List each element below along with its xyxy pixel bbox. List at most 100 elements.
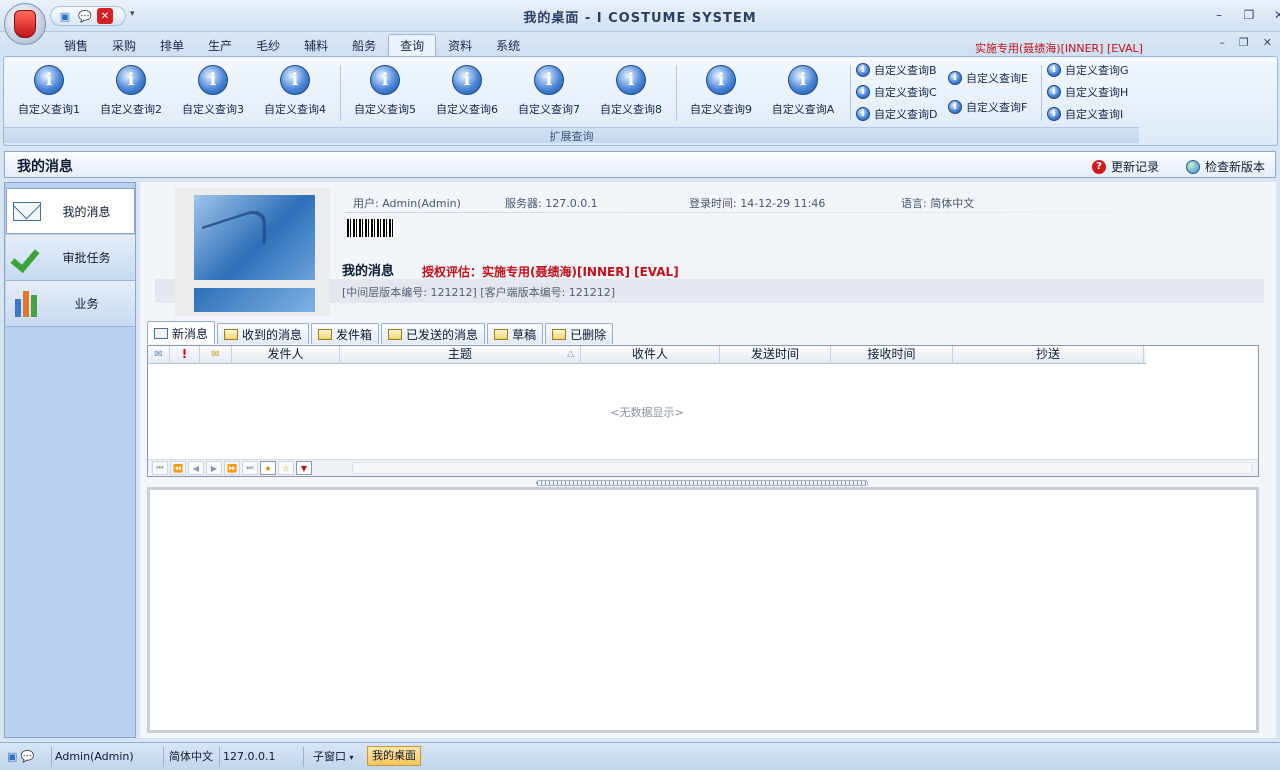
custom-query-label: 自定义查询4 (264, 103, 326, 116)
app-orb-button[interactable] (4, 3, 46, 45)
child-window-dropdown[interactable]: 子窗口 ▾ (310, 747, 364, 767)
column-header-5[interactable]: 收件人 (581, 346, 720, 364)
next-record-icon[interactable]: ▶ (206, 461, 222, 475)
horizontal-scrollbar[interactable] (352, 462, 1252, 474)
ribbon-group-2: i 自定义查询5 i 自定义查询6 i 自定义查询7 i 自定义查询8 (344, 61, 672, 123)
custom-query-small-button[interactable]: i 自定义查询H (1047, 83, 1129, 101)
splitter-handle[interactable] (536, 480, 868, 486)
envelope-icon (7, 201, 47, 221)
custom-query-button-9[interactable]: i 自定义查询A (762, 61, 844, 121)
tab-1[interactable]: 采购 (100, 34, 148, 56)
info-icon: i (534, 65, 564, 95)
attachment-icon[interactable]: ✉ (200, 346, 232, 364)
info-icon: i (856, 85, 870, 99)
info-icon: i (116, 65, 146, 95)
custom-query-button-1[interactable]: i 自定义查询2 (90, 61, 172, 121)
bookmark-star-icon[interactable]: ★ (260, 461, 276, 475)
custom-query-button-3[interactable]: i 自定义查询4 (254, 61, 336, 121)
mdi-minimize-icon[interactable]: – (1219, 36, 1225, 49)
next-page-icon[interactable]: ⏩ (224, 461, 240, 475)
ribbon-small-column-1: i 自定义查询B i 自定义查询C i 自定义查询D (856, 61, 937, 123)
info-icon: i (856, 63, 870, 77)
custom-query-small-button[interactable]: i 自定义查询G (1047, 61, 1129, 79)
window-icon[interactable]: ▣ (7, 750, 17, 763)
message-preview-pane[interactable] (147, 487, 1259, 733)
dropdown-arrow-icon: ▾ (349, 753, 354, 762)
info-icon: i (706, 65, 736, 95)
tab-4[interactable]: 毛纱 (244, 34, 292, 56)
custom-query-small-button[interactable]: i 自定义查询B (856, 61, 937, 79)
column-header-7[interactable]: 接收时间 (831, 346, 953, 364)
custom-query-button-7[interactable]: i 自定义查询8 (590, 61, 672, 121)
message-tab-5[interactable]: 已删除 (545, 323, 614, 344)
ribbon-group-1: i 自定义查询1 i 自定义查询2 i 自定义查询3 i 自定义查询4 (8, 61, 336, 123)
custom-query-small-button[interactable]: i 自定义查询C (856, 83, 937, 101)
license-eval-text: 授权评估：实施专用(聂绩海)[INNER] [EVAL] (422, 265, 679, 279)
read-status-icon[interactable]: ✉ (148, 346, 170, 364)
custom-query-small-button[interactable]: i 自定义查询E (948, 69, 1028, 87)
message-tab-label: 新消息 (172, 326, 209, 341)
tab-8[interactable]: 资料 (436, 34, 484, 56)
mdi-restore-icon[interactable]: ❐ (1239, 36, 1249, 49)
tab-9[interactable]: 系统 (484, 34, 532, 56)
draft-icon (494, 328, 509, 340)
priority-icon[interactable]: ! (170, 346, 200, 364)
ribbon-separator (850, 65, 851, 121)
active-window-tab[interactable]: 我的桌面 (367, 746, 421, 766)
update-log-button[interactable]: ? 更新记录 (1092, 158, 1159, 175)
sidebar-item-approval-tasks[interactable]: 审批任务 (6, 235, 135, 281)
custom-query-small-label: 自定义查询E (966, 72, 1028, 85)
empty-grid-text: <无数据显示> (610, 406, 684, 419)
column-header-4[interactable]: 主题 △ (340, 346, 581, 364)
column-header-6[interactable]: 发送时间 (720, 346, 831, 364)
message-tab-2[interactable]: 发件箱 (311, 323, 380, 344)
tab-7[interactable]: 查询 (388, 34, 437, 56)
login-time-info: 登录时间: 14-12-29 11:46 (689, 197, 826, 210)
mdi-close-icon[interactable]: ✕ (1263, 36, 1272, 49)
message-tabs: 新消息 收到的消息 发件箱 已发送的消息 草稿 已删除 (147, 321, 614, 344)
help-icon: ? (1092, 159, 1106, 174)
sidebar-item-business[interactable]: 业务 (6, 281, 135, 327)
column-header-3[interactable]: 发件人 (232, 346, 340, 364)
ribbon-panel: i 自定义查询1 i 自定义查询2 i 自定义查询3 i 自定义查询4 i 自定义查询5 i 自定义… (3, 56, 1278, 146)
custom-query-small-button[interactable]: i 自定义查询I (1047, 105, 1129, 123)
ribbon-separator (340, 65, 341, 121)
restore-icon[interactable]: ❐ (1242, 8, 1256, 22)
filter-icon[interactable]: ▼ (296, 461, 312, 475)
custom-query-button-0[interactable]: i 自定义查询1 (8, 61, 90, 121)
info-icon: i (452, 65, 482, 95)
first-page-icon[interactable]: ⏮ (152, 461, 168, 475)
tab-0[interactable]: 销售 (52, 34, 100, 56)
message-tab-4[interactable]: 草稿 (487, 323, 544, 344)
tab-3[interactable]: 生产 (196, 34, 244, 56)
close-icon[interactable]: ✕ (1272, 8, 1280, 22)
info-icon: i (280, 65, 310, 95)
custom-query-small-button[interactable]: i 自定义查询F (948, 98, 1028, 116)
custom-query-button-5[interactable]: i 自定义查询6 (426, 61, 508, 121)
message-tab-1[interactable]: 收到的消息 (217, 323, 310, 344)
ribbon-group-3: i 自定义查询9 i 自定义查询A (680, 61, 844, 123)
chat-icon[interactable]: 💬 (21, 750, 35, 763)
prev-record-icon[interactable]: ◀ (188, 461, 204, 475)
tab-6[interactable]: 船务 (340, 34, 388, 56)
last-page-icon[interactable]: ⏭ (242, 461, 258, 475)
message-tab-0[interactable]: 新消息 (147, 321, 216, 344)
tab-2[interactable]: 排单 (148, 34, 196, 56)
check-version-button[interactable]: 检查新版本 (1186, 158, 1265, 175)
message-tab-3[interactable]: 已发送的消息 (381, 323, 486, 344)
tab-5[interactable]: 辅料 (292, 34, 340, 56)
custom-query-button-2[interactable]: i 自定义查询3 (172, 61, 254, 121)
custom-query-button-4[interactable]: i 自定义查询5 (344, 61, 426, 121)
sidebar-item-my-messages[interactable]: 我的消息 (6, 188, 135, 234)
status-server: 127.0.0.1 (220, 747, 304, 767)
version-text: [中间层版本编号: 121212] [客户端版本编号: 121212] (342, 286, 616, 299)
menu-tabs: 销售 采购 排单 生产 毛纱 辅料 船务 查询 资料 系统 (52, 34, 532, 56)
window-controls: – ❐ ✕ (1212, 8, 1280, 22)
bookmark-clear-icon[interactable]: ☆ (278, 461, 294, 475)
custom-query-small-button[interactable]: i 自定义查询D (856, 105, 937, 123)
custom-query-button-8[interactable]: i 自定义查询9 (680, 61, 762, 121)
column-header-8[interactable]: 抄送 (953, 346, 1144, 364)
minimize-icon[interactable]: – (1212, 8, 1226, 22)
prev-page-icon[interactable]: ⏪ (170, 461, 186, 475)
custom-query-button-6[interactable]: i 自定义查询7 (508, 61, 590, 121)
